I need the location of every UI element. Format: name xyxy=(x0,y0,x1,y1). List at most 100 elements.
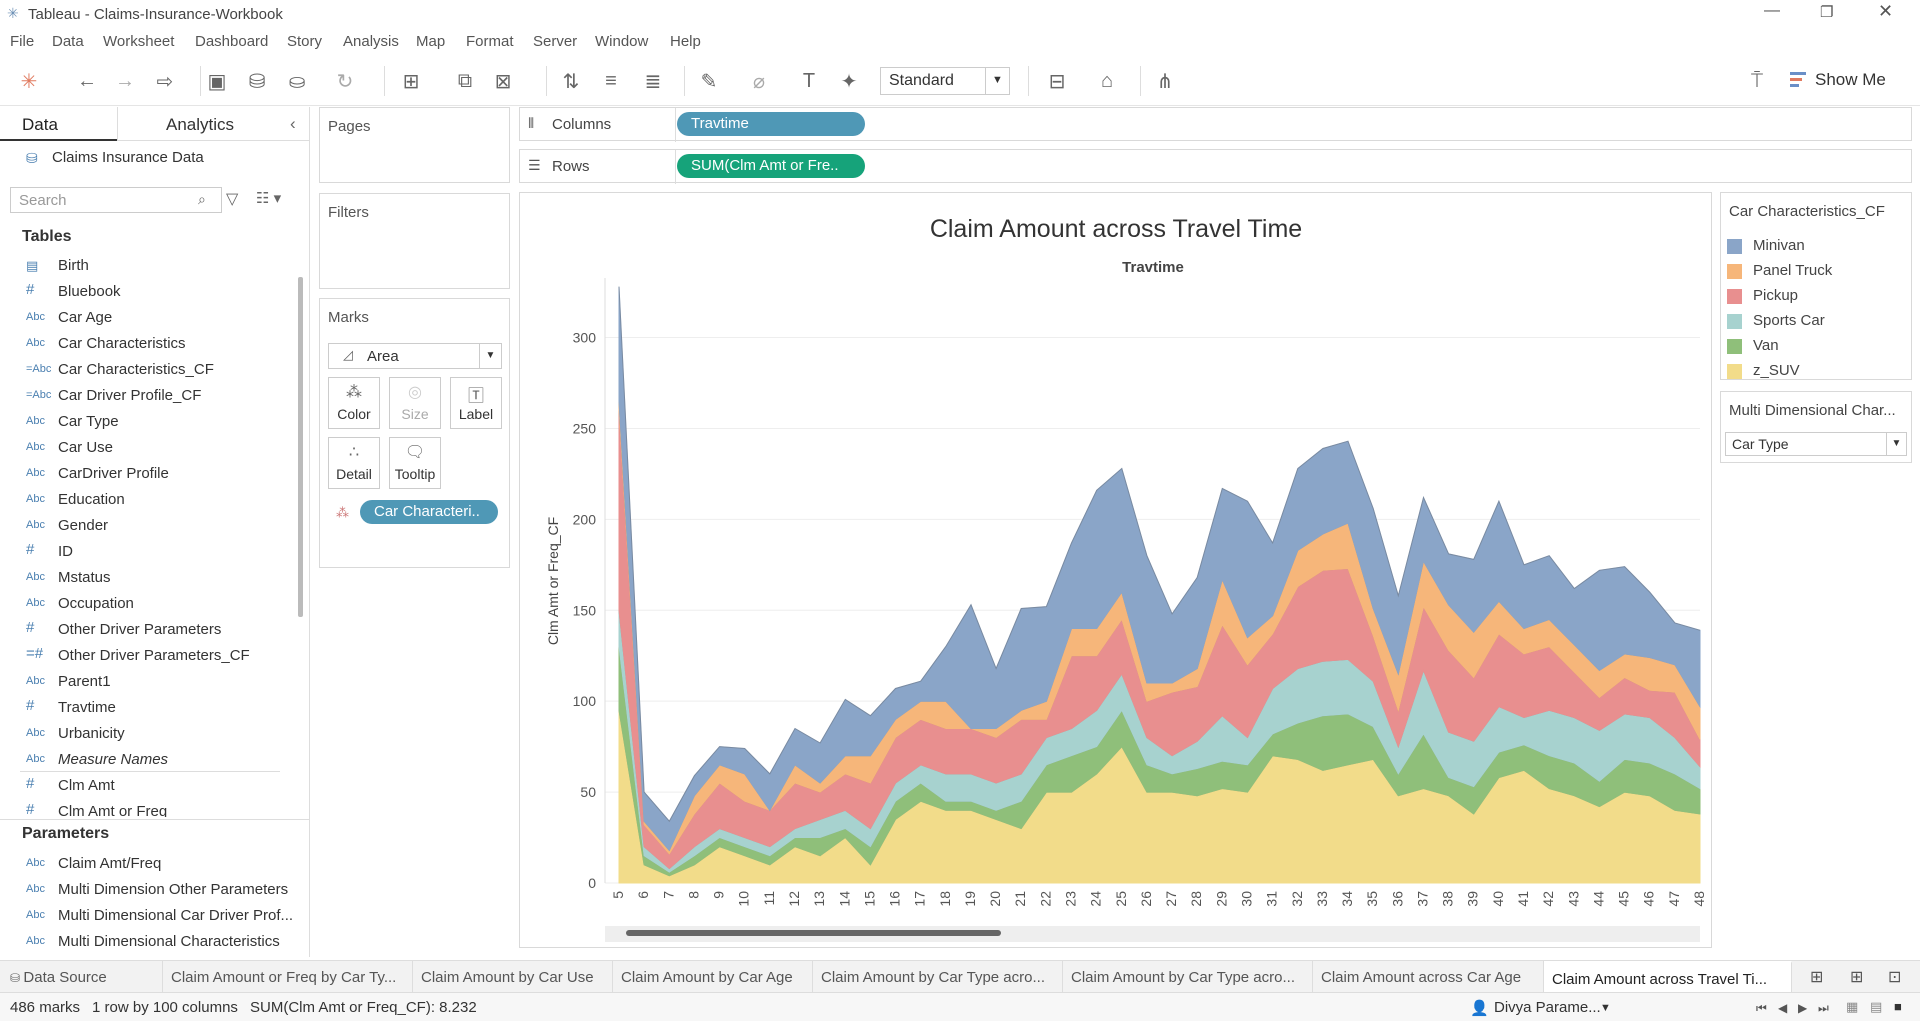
show-me-icon[interactable] xyxy=(1790,72,1806,88)
tab-data-source[interactable]: ⛁ Data Source xyxy=(0,961,163,993)
parameter-item[interactable]: Abc Multi Dimensional Characteristics xyxy=(0,930,296,956)
pin-axes-icon[interactable]: ✦ xyxy=(836,68,862,94)
chart-svg[interactable]: Claim Amount across Travel Time Travtime… xyxy=(520,193,1713,949)
field-item[interactable]: Abc Car Characteristics xyxy=(0,332,296,358)
parameter-item[interactable]: Abc Multi Dimension Other Parameters xyxy=(0,878,296,904)
field-item[interactable]: Abc Car Type xyxy=(0,410,296,436)
mark-type-value: Area xyxy=(367,348,399,365)
sheet-tab[interactable]: Claim Amount across Car Age xyxy=(1313,961,1544,993)
next-sheet-icon[interactable]: ▶ xyxy=(1798,1001,1807,1015)
sheet-tab-active[interactable]: Claim Amount across Travel Ti... xyxy=(1544,961,1792,993)
field-item[interactable]: ▤ Birth xyxy=(0,254,296,280)
sort-descending-icon[interactable]: ≣ xyxy=(640,68,666,94)
menu-data[interactable]: Data xyxy=(52,33,84,50)
refresh-icon[interactable]: ↻ xyxy=(332,68,358,94)
sheet-sorter-icon[interactable]: ▦ xyxy=(1846,999,1858,1015)
field-item[interactable]: Abc Parent1 xyxy=(0,670,296,696)
show-cards-icon[interactable]: ⊟ xyxy=(1044,68,1070,94)
forward-icon[interactable]: → xyxy=(112,68,138,94)
duplicate-sheet-icon[interactable]: ⧉ xyxy=(452,68,478,94)
sheet-tab[interactable]: Claim Amount by Car Type acro... xyxy=(1063,961,1313,993)
show-mark-labels-icon[interactable]: T xyxy=(796,68,822,94)
menu-worksheet[interactable]: Worksheet xyxy=(103,33,174,50)
menu-analysis[interactable]: Analysis xyxy=(343,33,399,50)
user-name[interactable]: Divya Parame... xyxy=(1494,999,1601,1016)
field-item[interactable]: Abc Car Use xyxy=(0,436,296,462)
field-item[interactable]: Abc Urbanicity xyxy=(0,722,296,748)
parameter-item[interactable]: Abc Multi Dimensional Car Driver Prof... xyxy=(0,904,296,930)
field-item[interactable]: # Clm Amt or Freq xyxy=(0,800,296,817)
new-data-source-icon[interactable]: ⛁ xyxy=(244,68,270,94)
save-icon[interactable]: ▣ xyxy=(204,68,230,94)
new-worksheet-icon[interactable]: ⊞ xyxy=(398,68,424,94)
first-sheet-icon[interactable]: ⏮ xyxy=(1756,1001,1767,1016)
menu-file[interactable]: File xyxy=(10,33,34,50)
detail-button[interactable]: ∴ Detail xyxy=(328,437,380,489)
field-item[interactable]: Abc CarDriver Profile xyxy=(0,462,296,488)
fit-select[interactable]: Standard ▼ xyxy=(880,67,1010,95)
highlight-icon[interactable]: ✎ xyxy=(696,68,722,94)
sheet-tab[interactable]: Claim Amount by Car Age xyxy=(613,961,813,993)
columns-pill-travtime[interactable]: Travtime xyxy=(677,112,865,136)
field-item[interactable]: =# Other Driver Parameters_CF xyxy=(0,644,296,670)
menu-help[interactable]: Help xyxy=(670,33,701,50)
clear-sheet-icon[interactable]: ⊠ xyxy=(490,68,516,94)
new-story-icon[interactable]: ⊡ xyxy=(1888,967,1901,987)
horizontal-scrollbar-thumb[interactable] xyxy=(626,930,1001,936)
tooltip-button[interactable]: 🗨 Tooltip xyxy=(389,437,441,489)
pages-card[interactable]: Pages xyxy=(319,107,510,183)
mark-type-select[interactable]: ◿ Area ▼ xyxy=(328,343,502,369)
presentation-mode-icon[interactable]: ⌂ xyxy=(1094,68,1120,94)
sheet-tab[interactable]: Claim Amount by Car Use xyxy=(413,961,613,993)
back-icon[interactable]: ← xyxy=(74,68,100,94)
data-source-icon[interactable]: ⛀ xyxy=(284,68,310,94)
filmstrip-icon[interactable]: ▤ xyxy=(1870,999,1882,1015)
restore-icon[interactable]: ❐ xyxy=(1820,3,1833,21)
field-item[interactable]: Abc Mstatus xyxy=(0,566,296,592)
field-item[interactable]: Abc Car Age xyxy=(0,306,296,332)
field-item[interactable]: Abc Education xyxy=(0,488,296,514)
show-me-button[interactable]: Show Me xyxy=(1815,70,1886,90)
field-item[interactable]: =Abc Car Characteristics_CF xyxy=(0,358,296,384)
menu-window[interactable]: Window xyxy=(595,33,648,50)
swap-rows-columns-icon[interactable]: ⇅ xyxy=(558,68,584,94)
parameter-select[interactable]: Car Type ▼ xyxy=(1725,432,1907,456)
menu-dashboard[interactable]: Dashboard xyxy=(195,33,268,50)
group-members-icon[interactable]: ⌀ xyxy=(746,68,772,94)
close-icon[interactable]: ✕ xyxy=(1878,1,1893,22)
field-item[interactable]: # Travtime xyxy=(0,696,296,722)
menu-map[interactable]: Map xyxy=(416,33,445,50)
field-item[interactable]: # Other Driver Parameters xyxy=(0,618,296,644)
menu-format[interactable]: Format xyxy=(466,33,514,50)
menu-server[interactable]: Server xyxy=(533,33,577,50)
field-item[interactable]: # Clm Amt xyxy=(0,771,296,800)
tableau-home-icon[interactable]: ✳ xyxy=(16,68,42,94)
new-dashboard-icon[interactable]: ⊞ xyxy=(1850,967,1863,987)
color-pill[interactable]: Car Characteri.. xyxy=(360,500,498,524)
field-item[interactable]: Abc Occupation xyxy=(0,592,296,618)
label-button[interactable]: 🅃 Label xyxy=(450,377,502,429)
menu-story[interactable]: Story xyxy=(287,33,322,50)
minimize-icon[interactable]: — xyxy=(1764,2,1780,20)
rows-pill-measure[interactable]: SUM(Clm Amt or Fre.. xyxy=(677,154,865,178)
parameter-item[interactable]: Abc Claim Amt/Freq xyxy=(0,852,296,878)
pause-updates-icon[interactable]: ⇨ xyxy=(152,68,178,94)
share-icon[interactable]: ⋔ xyxy=(1152,68,1178,94)
field-item[interactable]: Abc Gender xyxy=(0,514,296,540)
tabs-view-icon[interactable]: ■ xyxy=(1894,999,1902,1014)
field-item[interactable]: =Abc Car Driver Profile_CF xyxy=(0,384,296,410)
chevron-down-icon[interactable]: ▼ xyxy=(1600,1002,1611,1014)
field-item[interactable]: # Bluebook xyxy=(0,280,296,306)
size-button[interactable]: ◎ Size xyxy=(389,377,441,429)
prev-sheet-icon[interactable]: ◀ xyxy=(1778,1001,1787,1015)
new-worksheet-icon[interactable]: ⊞ xyxy=(1810,967,1823,987)
color-button[interactable]: ⁂ Color xyxy=(328,377,380,429)
format-painter-icon[interactable]: ⍑ xyxy=(1744,68,1770,94)
field-item[interactable]: # ID xyxy=(0,540,296,566)
last-sheet-icon[interactable]: ⏭ xyxy=(1818,1001,1829,1016)
sheet-tab[interactable]: Claim Amount or Freq by Car Ty... xyxy=(163,961,413,993)
sort-ascending-icon[interactable]: ≡ xyxy=(598,68,624,94)
filters-card[interactable]: Filters xyxy=(319,193,510,289)
scrollbar[interactable] xyxy=(298,277,303,617)
sheet-tab[interactable]: Claim Amount by Car Type acro... xyxy=(813,961,1063,993)
